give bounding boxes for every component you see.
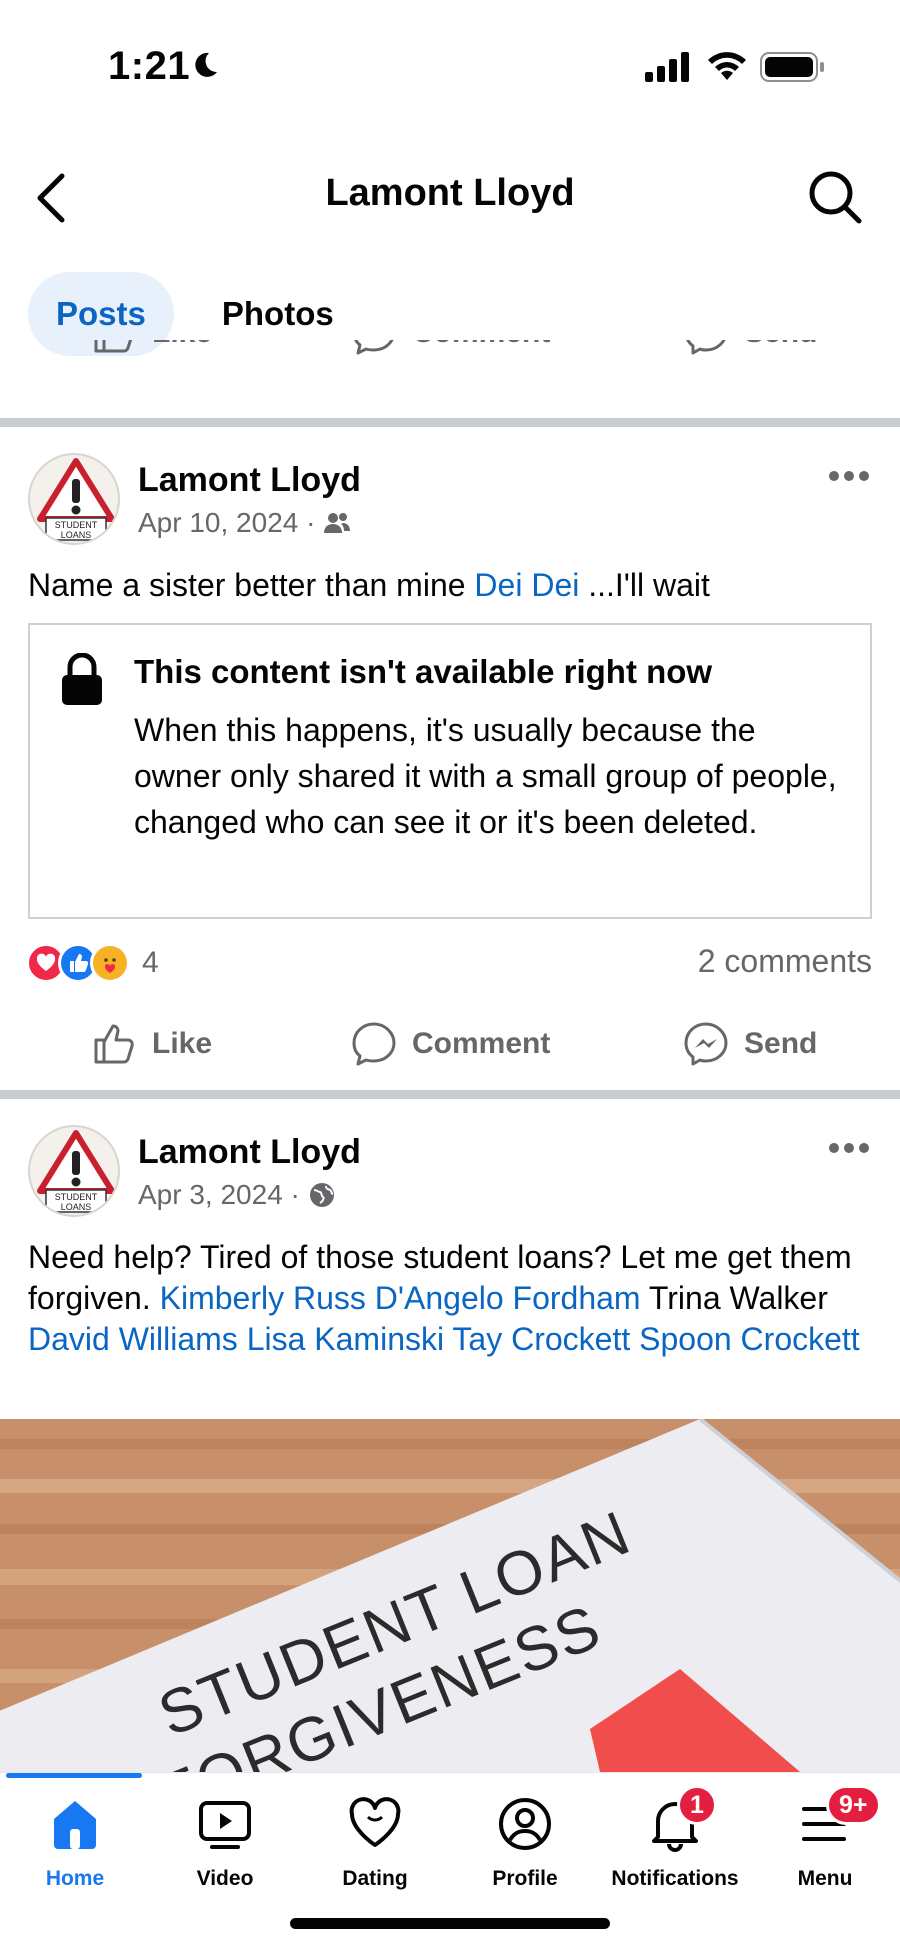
menu-badge: 9+ bbox=[826, 1785, 881, 1825]
like-icon bbox=[94, 340, 133, 353]
comments-count[interactable]: 2 comments bbox=[698, 943, 872, 980]
post-meta: Apr 10, 2024 · bbox=[138, 507, 351, 539]
previous-comment-label: Comment bbox=[412, 340, 550, 350]
post-date[interactable]: Apr 10, 2024 · bbox=[138, 507, 315, 539]
wifi-icon bbox=[708, 52, 746, 80]
messenger-icon bbox=[686, 340, 726, 355]
send-label: Send bbox=[744, 1027, 818, 1060]
student-loans-warning-logo: STUDENT LOANS bbox=[37, 458, 115, 541]
nav-video-label: Video bbox=[196, 1867, 254, 1890]
messenger-icon bbox=[684, 1022, 728, 1066]
nav-video[interactable]: Video bbox=[150, 1795, 300, 1895]
previous-post-actions: Like Comment Send bbox=[0, 340, 900, 418]
avatar[interactable]: STUDENT LOANS bbox=[28, 453, 120, 545]
comment-button[interactable]: Comment bbox=[350, 1009, 550, 1079]
tagged-person-link[interactable]: Tay Crockett bbox=[452, 1321, 630, 1357]
previous-like-button[interactable]: Like bbox=[90, 340, 212, 368]
post-text-end: ...I'll wait bbox=[579, 567, 710, 603]
comment-label: Comment bbox=[412, 1027, 551, 1060]
nav-menu-label: Menu bbox=[797, 1867, 853, 1890]
avatar-text-line1: STUDENT bbox=[55, 520, 98, 530]
post-text-start: Name a sister better than mine bbox=[28, 567, 475, 603]
comment-icon bbox=[352, 1022, 396, 1066]
untagged-name: Trina Walker bbox=[648, 1280, 828, 1316]
nav-dating[interactable]: Dating bbox=[300, 1795, 450, 1895]
tagged-person-link[interactable]: Lisa Kaminski bbox=[247, 1321, 444, 1357]
reaction-count: 4 bbox=[142, 946, 159, 979]
page-header: Lamont Lloyd bbox=[0, 150, 900, 240]
nav-notifications[interactable]: Notifications 1 bbox=[600, 1785, 750, 1895]
tagged-person-link[interactable]: Spoon Crockett bbox=[639, 1321, 860, 1357]
avatar-text-line1: STUDENT bbox=[55, 1192, 98, 1202]
nav-profile[interactable]: Profile bbox=[450, 1795, 600, 1895]
post-divider bbox=[0, 418, 900, 427]
previous-send-button[interactable]: Send bbox=[682, 340, 817, 368]
search-icon[interactable] bbox=[806, 168, 864, 226]
post-card: STUDENT LOANS Lamont Lloyd Apr 10, 2024 … bbox=[0, 427, 900, 1087]
tagged-person-link[interactable]: Kimberly Russ bbox=[160, 1280, 366, 1316]
home-indicator bbox=[290, 1918, 610, 1929]
nav-profile-label: Profile bbox=[492, 1867, 558, 1890]
post-author[interactable]: Lamont Lloyd bbox=[138, 461, 361, 500]
nav-menu[interactable]: Menu 9+ bbox=[750, 1785, 900, 1895]
active-tab-indicator bbox=[6, 1773, 142, 1778]
friends-icon bbox=[324, 513, 351, 533]
previous-comment-button[interactable]: Comment bbox=[350, 340, 550, 368]
avatar-text-line2: LOANS bbox=[61, 1202, 92, 1212]
post-card: STUDENT LOANS Lamont Lloyd Apr 3, 2024 ·… bbox=[0, 1099, 900, 1772]
unavailable-body: When this happens, it's usually because … bbox=[134, 712, 837, 840]
unavailable-content-box: This content isn't available right now W… bbox=[28, 623, 872, 919]
moon-icon bbox=[195, 52, 217, 77]
send-button[interactable]: Send bbox=[682, 1009, 817, 1079]
heart-icon bbox=[349, 1797, 401, 1847]
post-text: Need help? Tired of those student loans?… bbox=[28, 1237, 878, 1360]
nav-home-label: Home bbox=[45, 1867, 105, 1890]
battery-icon bbox=[760, 52, 824, 82]
notifications-badge: 1 bbox=[677, 1785, 717, 1825]
tagged-person-link[interactable]: David Williams bbox=[28, 1321, 238, 1357]
more-options-icon[interactable] bbox=[828, 1141, 870, 1155]
like-label: Like bbox=[152, 1027, 213, 1060]
video-icon bbox=[199, 1801, 251, 1849]
home-icon bbox=[54, 1801, 96, 1849]
care-reaction-icon bbox=[90, 943, 130, 983]
nav-dating-label: Dating bbox=[342, 1867, 408, 1890]
tagged-person-link[interactable]: Dei Dei bbox=[474, 567, 579, 603]
page-title: Lamont Lloyd bbox=[325, 172, 575, 214]
status-bar: 1:21 bbox=[0, 0, 900, 120]
globe-icon bbox=[309, 1183, 334, 1207]
post-divider bbox=[0, 1090, 900, 1099]
student-loans-warning-logo: STUDENT LOANS bbox=[37, 1130, 115, 1213]
tagged-person-link[interactable]: D'Angelo Fordham bbox=[375, 1280, 641, 1316]
profile-icon bbox=[499, 1798, 551, 1850]
status-time: 1:21 bbox=[108, 44, 191, 88]
lock-icon bbox=[62, 653, 102, 705]
post-date[interactable]: Apr 3, 2024 · bbox=[138, 1179, 300, 1211]
unavailable-title: This content isn't available right now bbox=[134, 653, 713, 690]
comment-icon bbox=[354, 340, 394, 355]
like-icon bbox=[94, 1024, 134, 1064]
reaction-summary[interactable]: 4 bbox=[26, 941, 159, 985]
student-loan-forgiveness-photo: STUDENT LOAN FORGIVENESS bbox=[0, 1419, 900, 1772]
post-text: Name a sister better than mine Dei Dei .… bbox=[28, 565, 878, 606]
previous-send-label: Send bbox=[744, 340, 817, 350]
cellular-signal-icon bbox=[645, 52, 689, 82]
previous-like-label: Like bbox=[152, 340, 212, 350]
post-actions: Like Comment Send bbox=[0, 1009, 900, 1079]
post-image[interactable]: STUDENT LOAN FORGIVENESS bbox=[0, 1419, 900, 1772]
avatar[interactable]: STUDENT LOANS bbox=[28, 1125, 120, 1217]
more-options-icon[interactable] bbox=[828, 469, 870, 483]
post-meta: Apr 3, 2024 · bbox=[138, 1179, 336, 1211]
nav-notifications-label: Notifications bbox=[611, 1867, 739, 1890]
post-author[interactable]: Lamont Lloyd bbox=[138, 1133, 361, 1172]
avatar-text-line2: LOANS bbox=[61, 530, 92, 540]
like-button[interactable]: Like bbox=[90, 1009, 212, 1079]
nav-home[interactable]: Home bbox=[0, 1795, 150, 1895]
